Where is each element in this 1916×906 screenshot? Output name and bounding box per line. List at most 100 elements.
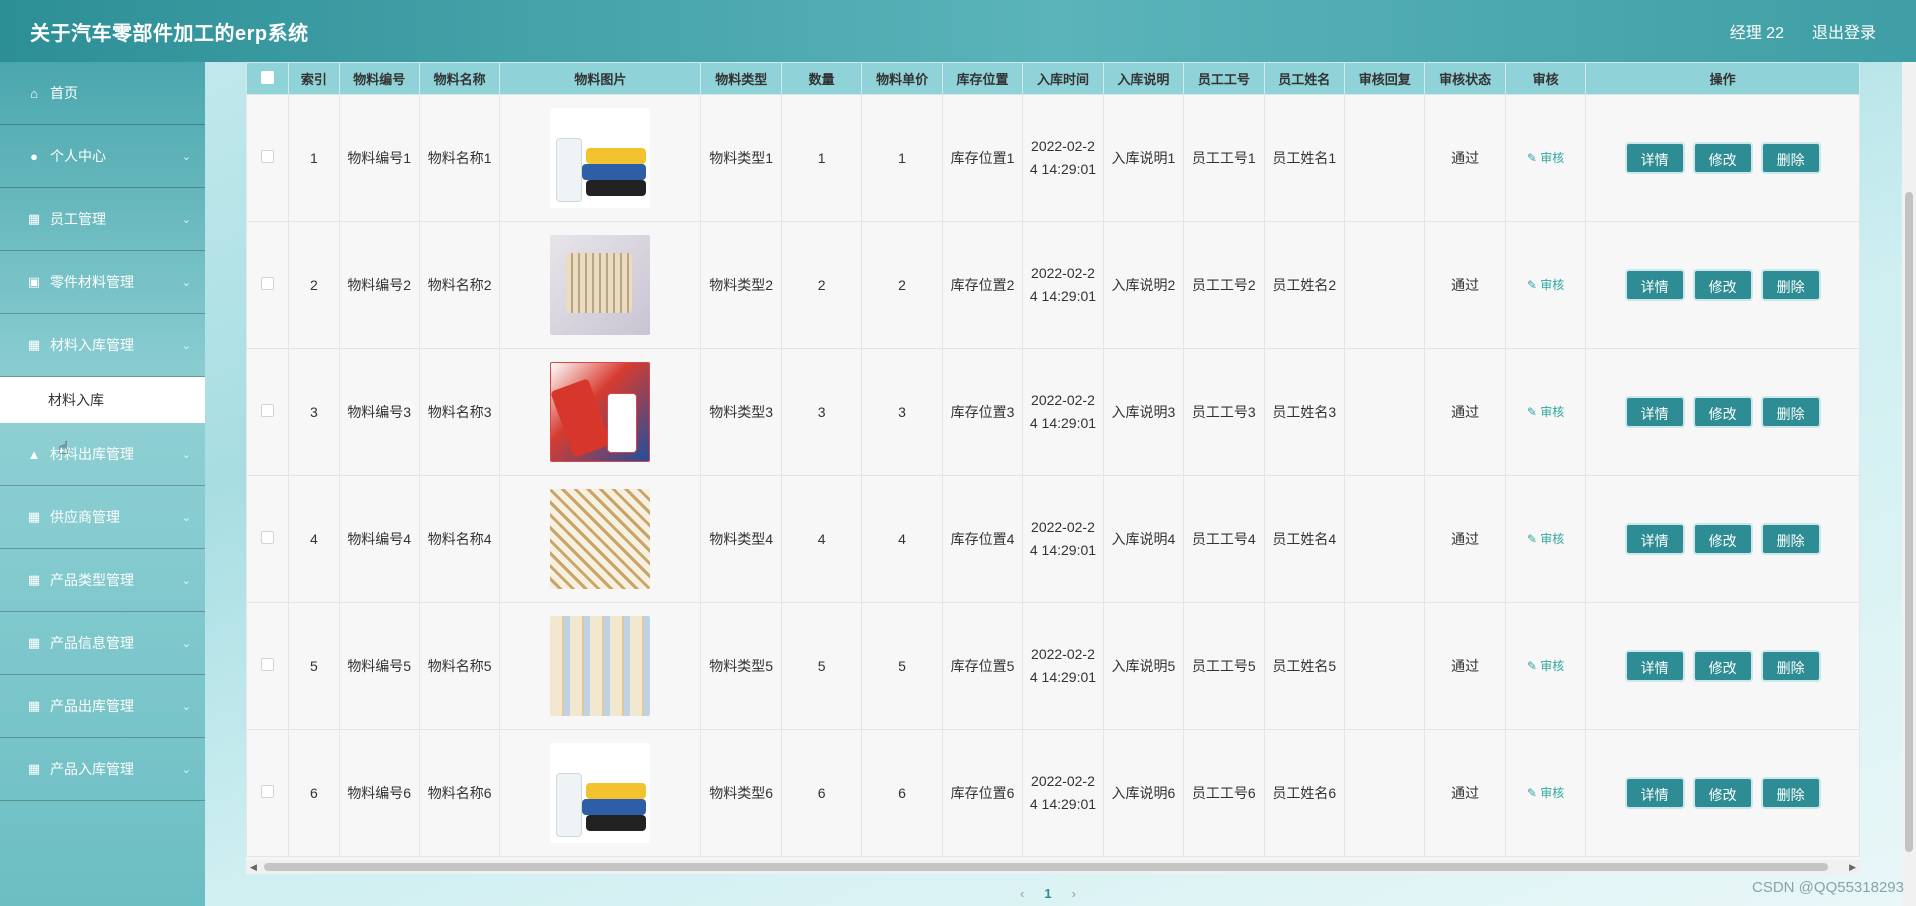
cell-location: 库存位置1 xyxy=(941,94,1024,222)
cell-price: 2 xyxy=(861,221,943,349)
table-row[interactable]: 2 物料编号2 物料名称2 物料类型2 2 2 库存位置2 2022-02-24 14:29:… xyxy=(245,221,1860,349)
select-all-checkbox[interactable] xyxy=(261,70,275,84)
sidebar-item[interactable]: ▦ 材料入库管理 ⌄ xyxy=(0,314,205,377)
cell-note: 入库说明2 xyxy=(1102,221,1185,349)
detail-button[interactable]: 详情 xyxy=(1624,269,1685,301)
sidebar-subitem-material-inbound[interactable]: 材料入库 xyxy=(0,377,205,423)
delete-button[interactable]: 删除 xyxy=(1760,523,1821,555)
delete-button[interactable]: 删除 xyxy=(1760,396,1821,428)
sidebar-item[interactable]: ▦ 产品入库管理 ⌄ xyxy=(0,738,205,801)
sidebar-item[interactable]: ▦ 产品信息管理 ⌄ xyxy=(0,612,205,675)
cell-status: 通过 xyxy=(1424,94,1506,222)
row-checkbox-cell[interactable] xyxy=(245,221,290,349)
row-checkbox[interactable] xyxy=(261,149,275,163)
audit-link[interactable]: ✎ 审核 xyxy=(1527,786,1564,800)
current-page[interactable]: 1 xyxy=(1044,886,1051,901)
audit-link[interactable]: ✎ 审核 xyxy=(1527,278,1564,292)
audit-link[interactable]: ✎ 审核 xyxy=(1527,532,1564,546)
app-title: 关于汽车零部件加工的erp系统 xyxy=(30,22,309,45)
column-header: 数量 xyxy=(780,62,863,95)
audit-link[interactable]: ✎ 审核 xyxy=(1527,659,1564,673)
chevron-down-icon: ⌄ xyxy=(181,511,191,524)
delete-button[interactable]: 删除 xyxy=(1760,269,1821,301)
delete-button[interactable]: 删除 xyxy=(1760,777,1821,809)
vertical-scrollbar[interactable] xyxy=(1902,62,1916,906)
trash-bags-image[interactable] xyxy=(550,108,651,208)
material-image-cell xyxy=(499,221,702,349)
sidebar-item[interactable]: ▦ 员工管理 ⌄ xyxy=(0,188,205,251)
audit-link[interactable]: ✎ 审核 xyxy=(1527,405,1564,419)
column-header: 入库说明 xyxy=(1102,62,1185,95)
sidebar-item[interactable]: ⌂ 首页 xyxy=(0,62,205,125)
row-checkbox[interactable] xyxy=(261,403,275,417)
column-header: 物料编号 xyxy=(338,62,420,95)
table-row[interactable]: 4 物料编号4 物料名称4 物料类型4 4 4 库存位置4 2022-02-24 14:29:… xyxy=(245,475,1860,603)
cell-name: 物料名称5 xyxy=(418,602,501,730)
sidebar-item[interactable]: ▣ 零件材料管理 ⌄ xyxy=(0,251,205,314)
sidebar-item[interactable]: ▦ 产品出库管理 ⌄ xyxy=(0,675,205,738)
cell-index: 2 xyxy=(288,221,340,349)
edit-button[interactable]: 修改 xyxy=(1692,396,1753,428)
table-row[interactable]: 6 物料编号6 物料名称6 物料类型6 6 6 库存位置6 2022-02-24 14:29:… xyxy=(245,729,1860,857)
logout-link[interactable]: 退出登录 xyxy=(1812,19,1876,43)
cell-note: 入库说明5 xyxy=(1102,602,1185,730)
detail-button[interactable]: 详情 xyxy=(1624,523,1685,555)
detail-button[interactable]: 详情 xyxy=(1624,142,1685,174)
row-checkbox[interactable] xyxy=(261,784,275,798)
row-checkbox-cell[interactable] xyxy=(245,348,290,476)
cell-reply xyxy=(1343,602,1426,730)
detail-button[interactable]: 详情 xyxy=(1624,650,1685,682)
edit-button[interactable]: 修改 xyxy=(1692,269,1753,301)
cell-qty: 4 xyxy=(780,475,863,603)
user-name[interactable]: 经理 22 xyxy=(1730,19,1784,43)
toothpaste-image[interactable] xyxy=(550,362,651,462)
audit-link[interactable]: ✎ 审核 xyxy=(1527,151,1564,165)
edit-button[interactable]: 修改 xyxy=(1692,777,1753,809)
delete-button[interactable]: 删除 xyxy=(1760,142,1821,174)
cell-emp_name: 员工姓名3 xyxy=(1263,348,1345,476)
table-row[interactable]: 1 物料编号1 物料名称1 物料类型1 1 1 库存位置1 2022-02-24 14:29:… xyxy=(245,94,1860,222)
scroll-right-icon[interactable]: ▶ xyxy=(1849,860,1856,874)
table-row[interactable]: 5 物料编号5 物料名称5 物料类型5 5 5 库存位置5 2022-02-24 14:29:… xyxy=(245,602,1860,730)
prev-page-button[interactable]: ‹ xyxy=(1020,886,1024,901)
detail-button[interactable]: 详情 xyxy=(1624,777,1685,809)
cell-note: 入库说明3 xyxy=(1102,348,1185,476)
row-checkbox-cell[interactable] xyxy=(245,602,290,730)
next-page-button[interactable]: › xyxy=(1072,886,1076,901)
column-header: 物料类型 xyxy=(700,62,782,95)
table-body: 1 物料编号1 物料名称1 物料类型1 1 1 库存位置1 2022-02-24 14:29:… xyxy=(245,94,1860,857)
select-all-checkbox-cell[interactable] xyxy=(245,62,290,95)
sidebar-item[interactable]: ● 个人中心 ⌄ xyxy=(0,125,205,188)
edit-button[interactable]: 修改 xyxy=(1692,142,1753,174)
row-checkbox-cell[interactable] xyxy=(245,729,290,857)
tissue-rolls-image[interactable] xyxy=(550,616,651,716)
vertical-scroll-thumb[interactable] xyxy=(1905,192,1913,852)
edit-button[interactable]: 修改 xyxy=(1692,650,1753,682)
scroll-left-icon[interactable]: ◀ xyxy=(250,860,257,874)
mouse-cursor-icon: ☝ xyxy=(58,438,69,458)
trash-bags-image[interactable] xyxy=(550,743,651,843)
delete-button[interactable]: 删除 xyxy=(1760,650,1821,682)
toothbrush-pack-image[interactable] xyxy=(550,235,651,335)
cell-note: 入库说明6 xyxy=(1102,729,1185,857)
row-checkbox[interactable] xyxy=(261,276,275,290)
cell-price: 4 xyxy=(861,475,943,603)
cell-index: 3 xyxy=(288,348,340,476)
row-checkbox-cell[interactable] xyxy=(245,475,290,603)
horizontal-scrollbar[interactable]: ◀ ▶ xyxy=(246,860,1860,874)
sidebar-item[interactable]: ▲ 材料出库管理 ⌄ xyxy=(0,423,205,486)
row-checkbox[interactable] xyxy=(261,657,275,671)
material-image-cell xyxy=(499,348,702,476)
sidebar-item[interactable]: ▦ 产品类型管理 ⌄ xyxy=(0,549,205,612)
audit-cell: ✎ 审核 xyxy=(1504,94,1587,222)
edit-button[interactable]: 修改 xyxy=(1692,523,1753,555)
horizontal-scroll-thumb[interactable] xyxy=(264,863,1828,871)
detail-button[interactable]: 详情 xyxy=(1624,396,1685,428)
sidebar: ⌂ 首页 ● 个人中心 ⌄ ▦ 员工管理 ⌄ ▣ 零件材料管理 ⌄ ▦ 材料入库管理 ⌄ 材料入库 ▲ 材料出库… xyxy=(0,62,205,906)
cotton-swabs-image[interactable] xyxy=(550,489,651,589)
audit-cell: ✎ 审核 xyxy=(1504,475,1587,603)
table-row[interactable]: 3 物料编号3 物料名称3 物料类型3 3 3 库存位置3 2022-02-24 14:29:… xyxy=(245,348,1860,476)
row-checkbox-cell[interactable] xyxy=(245,94,290,222)
row-checkbox[interactable] xyxy=(261,530,275,544)
sidebar-item[interactable]: ▦ 供应商管理 ⌄ xyxy=(0,486,205,549)
